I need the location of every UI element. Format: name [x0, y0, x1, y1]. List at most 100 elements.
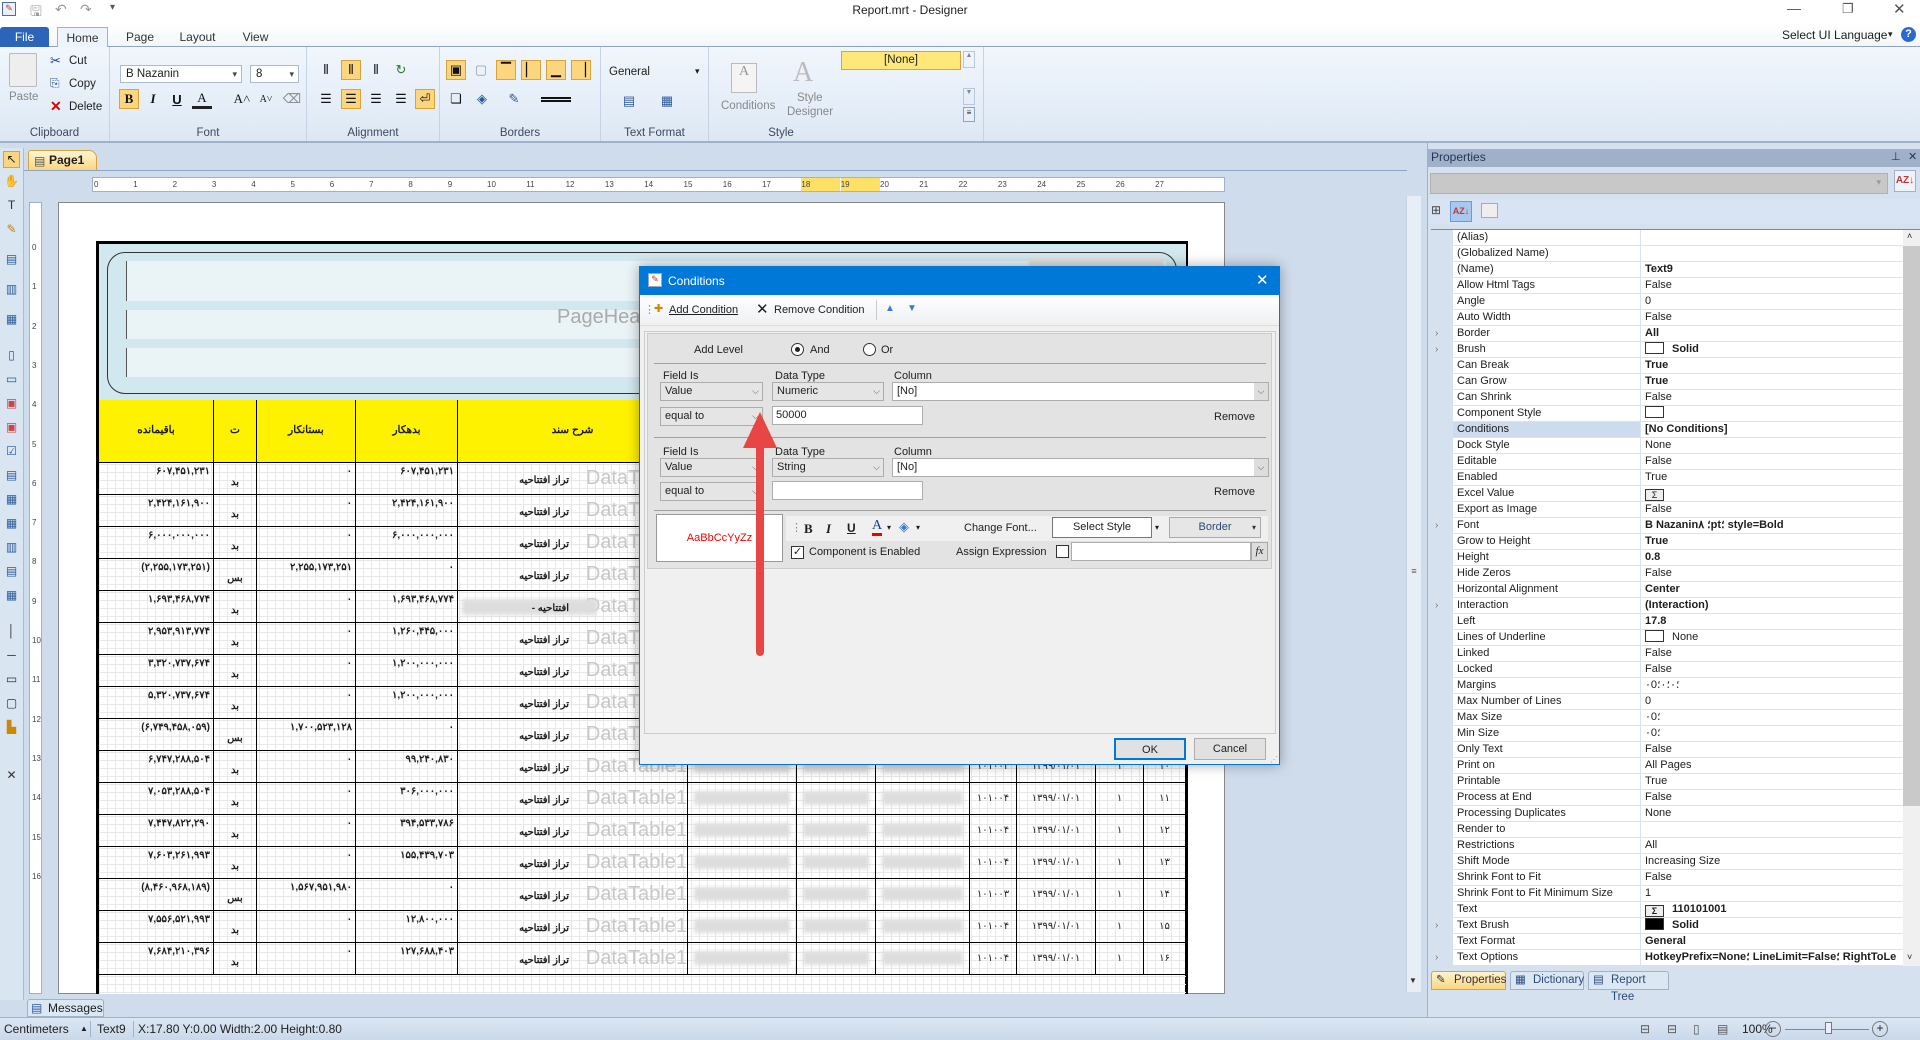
- sigma-icon[interactable]: Σ: [1645, 905, 1664, 917]
- property-row[interactable]: Allow Html Tags False: [1453, 278, 1906, 294]
- zoom-out-button[interactable]: −: [1765, 1021, 1781, 1037]
- property-value[interactable]: [1642, 822, 1906, 837]
- table-cell-one[interactable]: ۱: [1096, 815, 1144, 847]
- property-value[interactable]: [1642, 230, 1906, 245]
- move-up-button[interactable]: ▲: [885, 303, 895, 314]
- property-value[interactable]: Σ 110101001: [1642, 902, 1906, 917]
- table-cell-balance[interactable]: ۷,۵۵۶,۵۲۱,۹۹۳: [99, 911, 214, 943]
- property-value[interactable]: ۰؛0: [1642, 710, 1906, 725]
- property-row[interactable]: Text Σ 110101001: [1453, 902, 1906, 918]
- table-cell-balance[interactable]: ۱,۶۹۳,۴۶۸,۷۷۴: [99, 591, 214, 623]
- table-cell-t[interactable]: بد: [214, 623, 257, 655]
- scroll-down-icon[interactable]: ▼: [1409, 976, 1417, 985]
- table-cell-one[interactable]: ۱: [1096, 847, 1144, 879]
- property-value[interactable]: Text9: [1642, 262, 1906, 277]
- property-value[interactable]: Σ: [1642, 486, 1906, 501]
- table-cell-credit[interactable]: ۰: [257, 655, 356, 687]
- categorized-icon[interactable]: ⊞: [1431, 203, 1448, 220]
- table-cell-b3[interactable]: [876, 783, 970, 815]
- table-cell-t[interactable]: بس: [214, 559, 257, 591]
- table-cell-t[interactable]: بد: [214, 751, 257, 783]
- field-is-combo[interactable]: Value ⌵: [660, 382, 763, 401]
- table-cell-balance[interactable]: ۶,۰۰۰,۰۰۰,۰۰۰: [99, 527, 214, 559]
- table-cell-debit[interactable]: ۶,۰۰۰,۰۰۰,۰۰۰: [356, 527, 458, 559]
- table-cell-debit[interactable]: ۲,۴۲۴,۱۶۱,۹۰۰: [356, 495, 458, 527]
- property-value[interactable]: ۰؛۰؛۰؛0: [1642, 678, 1906, 693]
- table-cell-b2[interactable]: [797, 911, 876, 943]
- property-value[interactable]: False: [1642, 870, 1906, 885]
- zipcode-icon[interactable]: ▤: [3, 564, 20, 581]
- property-row[interactable]: Only Text False: [1453, 742, 1906, 758]
- table-cell-balance[interactable]: ۷,۶۸۴,۲۱۰,۳۹۶: [99, 943, 214, 975]
- table-cell-b3[interactable]: [876, 943, 970, 975]
- property-value[interactable]: All Pages: [1642, 758, 1906, 773]
- property-row[interactable]: Can Break True: [1453, 358, 1906, 374]
- property-scroll-thumb[interactable]: [1903, 246, 1920, 806]
- table-cell-desc[interactable]: DataTable1 تراز افتتاحیه: [458, 847, 688, 879]
- table-cell-balance[interactable]: ۷,۴۴۷,۸۲۲,۲۹۰: [99, 815, 214, 847]
- border-left-icon[interactable]: ▏: [521, 60, 541, 80]
- scroll-down-icon[interactable]: ˅: [1907, 952, 1912, 962]
- property-value[interactable]: None: [1642, 438, 1906, 453]
- chevron-up-icon[interactable]: ▲: [80, 1018, 88, 1040]
- table-cell-b1[interactable]: [688, 911, 797, 943]
- table-cell-balance[interactable]: ۲,۴۲۴,۱۶۱,۹۰۰: [99, 495, 214, 527]
- grow-font-icon[interactable]: A˄: [232, 89, 252, 109]
- table-cell-b3[interactable]: [876, 815, 970, 847]
- property-row[interactable]: (Alias): [1453, 230, 1906, 246]
- property-row[interactable]: Locked False: [1453, 662, 1906, 678]
- bold-button[interactable]: B: [804, 521, 813, 537]
- property-row[interactable]: Grow to Height True: [1453, 534, 1906, 550]
- table-cell-b3[interactable]: [876, 911, 970, 943]
- property-value[interactable]: Center: [1642, 582, 1906, 597]
- property-value[interactable]: False: [1642, 790, 1906, 805]
- table-cell-t[interactable]: بد: [214, 463, 257, 495]
- table-cell-b3[interactable]: [876, 879, 970, 911]
- property-row[interactable]: Shift Mode Increasing Size: [1453, 854, 1906, 870]
- remove-condition-button[interactable]: Remove Condition: [774, 304, 865, 316]
- table-cell-no[interactable]: ۱۶: [1144, 943, 1186, 975]
- table-cell-t[interactable]: بد: [214, 527, 257, 559]
- sigma-icon[interactable]: Σ: [1645, 489, 1664, 501]
- underline-button[interactable]: U: [167, 89, 187, 109]
- expand-icon[interactable]: ›: [1435, 326, 1438, 341]
- table-header-cell[interactable]: ت: [214, 400, 257, 463]
- property-row[interactable]: Hide Zeros False: [1453, 566, 1906, 582]
- table-cell-debit[interactable]: ۰: [356, 559, 458, 591]
- table-cell-t[interactable]: بد: [214, 655, 257, 687]
- column-combo[interactable]: [No] ⌵: [892, 458, 1269, 477]
- cross-band-icon[interactable]: ▥: [3, 282, 20, 299]
- zoom-100-icon[interactable]: ▤: [1717, 1018, 1728, 1040]
- table-cell-credit[interactable]: ۱,۵۶۷,۹۵۱,۹۸۰: [257, 879, 356, 911]
- condition-value-input[interactable]: [772, 481, 923, 500]
- tab-home[interactable]: Home: [57, 27, 108, 47]
- property-value[interactable]: False: [1642, 646, 1906, 661]
- align-bottom-icon[interactable]: ⦀: [366, 60, 386, 80]
- table-cell-debit[interactable]: ۱,۲۰۰,۰۰۰,۰۰۰: [356, 655, 458, 687]
- border-style-icon[interactable]: [541, 97, 571, 102]
- table-cell-code[interactable]: ۱۰۱۰۰۴: [970, 783, 1017, 815]
- table-cell-credit[interactable]: ۰: [257, 687, 356, 719]
- property-row[interactable]: Excel Value Σ: [1453, 486, 1906, 502]
- property-row[interactable]: Max Size ۰؛0: [1453, 710, 1906, 726]
- italic-button[interactable]: I: [143, 89, 163, 109]
- table-cell-balance[interactable]: ۷,۰۵۳,۲۸۸,۵۰۴: [99, 783, 214, 815]
- property-row[interactable]: Height 0.8: [1453, 550, 1906, 566]
- zoom-in-button[interactable]: +: [1872, 1021, 1888, 1037]
- band-icon[interactable]: ▤: [3, 252, 20, 269]
- expression-editor-button[interactable]: fx: [1251, 542, 1268, 561]
- align-center-icon[interactable]: ☰: [341, 89, 361, 109]
- justify-icon[interactable]: ☰: [391, 89, 411, 109]
- property-row[interactable]: Editable False: [1453, 454, 1906, 470]
- table-cell-b2[interactable]: [797, 783, 876, 815]
- minimize-button[interactable]: —: [1787, 0, 1801, 16]
- expand-icon[interactable]: ›: [1435, 598, 1438, 613]
- property-value[interactable]: 0: [1642, 294, 1906, 309]
- table-cell-credit[interactable]: ۰: [257, 847, 356, 879]
- data-type-combo[interactable]: Numeric ⌵: [772, 382, 884, 401]
- property-value[interactable]: True: [1642, 534, 1906, 549]
- remove-condition-link[interactable]: Remove: [1214, 411, 1255, 423]
- table-cell-credit[interactable]: ۰: [257, 463, 356, 495]
- property-value[interactable]: True: [1642, 774, 1906, 789]
- table-cell-date[interactable]: ۱۳۹۹/۰۱/۰۱: [1017, 783, 1096, 815]
